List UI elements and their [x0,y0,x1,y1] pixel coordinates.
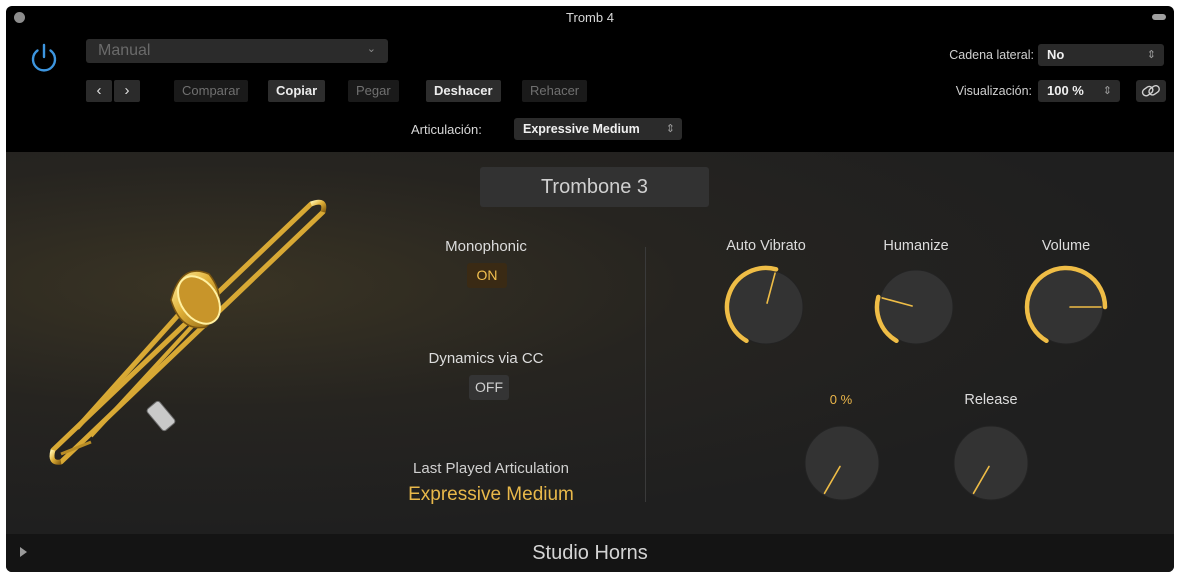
next-preset-button[interactable]: › [114,80,140,102]
humanize-label: Humanize [883,238,949,254]
updown-icon: ⇕ [1146,49,1156,61]
redo-button[interactable]: Rehacer [522,80,588,102]
knob-body [953,425,1029,501]
link-button[interactable] [1136,80,1166,102]
chevron-down-icon: ⌄ [366,43,376,55]
undo-button[interactable]: Deshacer [426,80,501,102]
divider [645,247,646,502]
chevron-left-icon: ‹ [96,82,102,99]
pitch-knob[interactable] [797,418,887,508]
knob-body [728,269,804,345]
preset-value: Manual [98,42,151,59]
sidechain-label: Cadena lateral: [949,48,1034,62]
auto-vibrato-knob[interactable] [721,262,811,352]
window-title: Tromb 4 [566,10,614,25]
auto-vibrato-label: Auto Vibrato [726,238,806,254]
power-icon[interactable] [28,42,60,74]
last-played-label: Last Played Articulation [413,460,569,477]
copy-button[interactable]: Copiar [268,80,326,102]
view-select[interactable]: 100 % ⇕ [1038,80,1120,102]
plugin-window: Tromb 4 Manual ⌄ ‹ › Comparar Copiar Peg… [6,6,1174,572]
view-label: Visualización: [955,84,1032,98]
footer-bar: Studio Horns [6,534,1174,572]
view-value: 100 % [1047,83,1084,98]
toolbar-toggle-button[interactable] [1152,14,1166,20]
monophonic-toggle[interactable]: ON [467,263,507,288]
footer-title: Studio Horns [532,542,648,564]
sidechain-value: No [1047,47,1065,62]
sidechain-select[interactable]: No ⇕ [1038,44,1164,66]
updown-icon: ⇕ [665,123,675,135]
last-played-value: Expressive Medium [408,484,574,505]
updown-icon: ⇕ [1102,85,1112,97]
monophonic-label: Monophonic [445,238,527,255]
release-label: Release [964,392,1018,408]
chevron-right-icon: › [124,82,130,99]
trombone-image [49,199,327,465]
volume-knob[interactable] [1021,262,1111,352]
instrument-name: Trombone 3 [480,167,709,207]
preset-select[interactable]: Manual ⌄ [86,39,388,63]
paste-button[interactable]: Pegar [348,80,399,102]
previous-preset-button[interactable]: ‹ [86,80,112,102]
link-icon [1141,84,1160,97]
pitch-value-label: 0 % [829,392,853,407]
title-bar: Tromb 4 [6,6,1174,28]
humanize-knob[interactable] [871,262,961,352]
volume-label: Volume [1041,238,1091,254]
compare-button[interactable]: Comparar [174,80,248,102]
knob-body [804,425,880,501]
articulation-value: Expressive Medium [523,122,640,136]
release-knob[interactable] [946,418,1036,508]
preset-nav: ‹ › [86,80,142,102]
articulation-select[interactable]: Expressive Medium ⇕ [514,118,682,140]
dynamics-label: Dynamics via CC [428,350,544,367]
dynamics-toggle[interactable]: OFF [469,375,509,400]
instrument-panel: Trombone 3 Monophonic ON Dynamics via CC… [6,152,1174,534]
articulation-label: Articulación: [411,122,482,137]
knob-body [878,269,954,345]
